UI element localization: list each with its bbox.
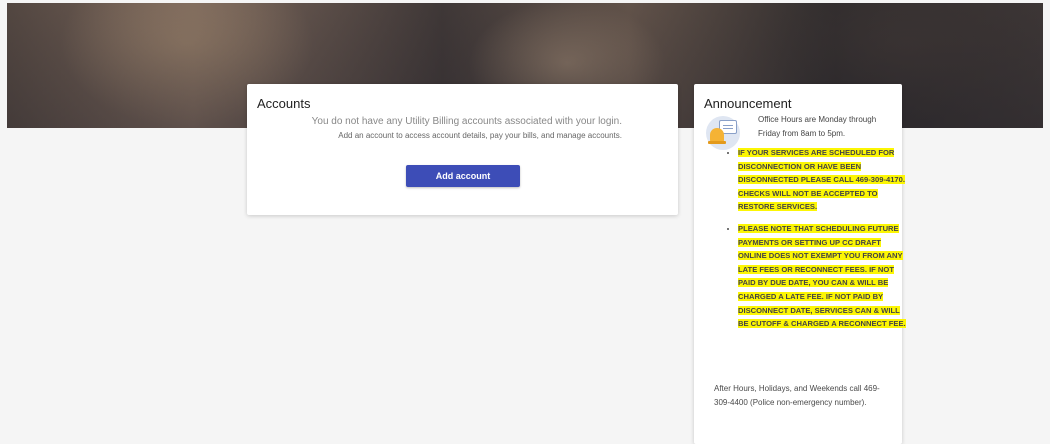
notice-item: PLEASE NOTE THAT SCHEDULING FUTURE PAYME… — [738, 222, 910, 331]
announcement-title: Announcement — [704, 96, 792, 111]
no-accounts-message: You do not have any Utility Billing acco… — [311, 116, 622, 127]
add-account-button[interactable]: Add account — [406, 165, 520, 187]
add-account-help-text: Add an account to access account details… — [338, 131, 622, 140]
accounts-title: Accounts — [257, 96, 311, 111]
bell-icon — [710, 128, 724, 142]
accounts-card: Accounts You do not have any Utility Bil… — [247, 84, 678, 215]
office-hours-text: Office Hours are Monday through Friday f… — [758, 115, 877, 138]
notice-list: IF YOUR SERVICES ARE SCHEDULED FOR DISCO… — [728, 146, 910, 339]
after-hours-text: After Hours, Holidays, and Weekends call… — [714, 384, 880, 407]
notice-late-fees: PLEASE NOTE THAT SCHEDULING FUTURE PAYME… — [738, 223, 906, 329]
announcement-card: Announcement Office Hours are Monday thr… — [694, 84, 906, 444]
bell-base-icon — [708, 141, 726, 144]
notice-disconnection: IF YOUR SERVICES ARE SCHEDULED FOR DISCO… — [738, 148, 905, 212]
notice-item: IF YOUR SERVICES ARE SCHEDULED FOR DISCO… — [738, 146, 910, 214]
announcement-bell-icon — [706, 116, 740, 150]
